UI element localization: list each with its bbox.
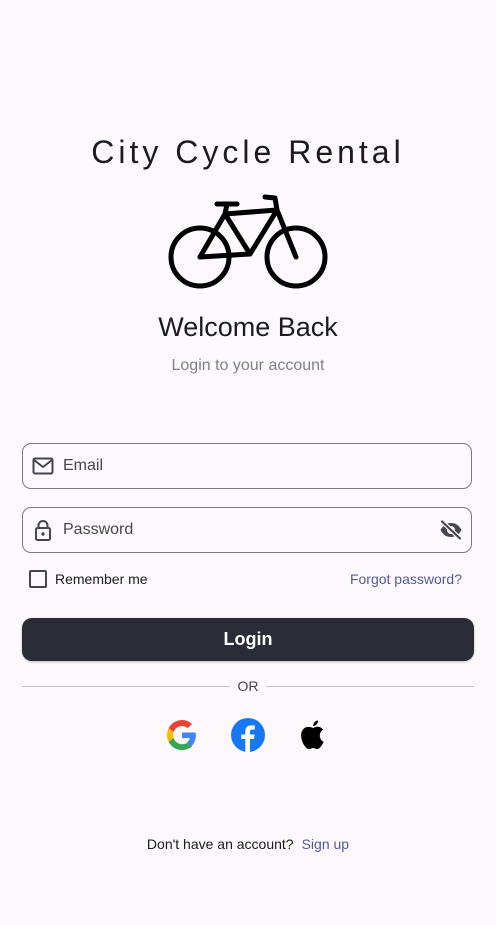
signup-row: Don't have an account? Sign up (0, 835, 496, 853)
login-button[interactable]: Login (22, 618, 474, 661)
mail-icon (32, 455, 54, 477)
signup-question: Don't have an account? (146, 836, 294, 852)
login-subtitle: Login to your account (171, 357, 325, 374)
apple-icon (299, 719, 327, 756)
email-input[interactable] (63, 451, 471, 481)
visibility-off-icon[interactable] (439, 518, 463, 542)
divider-left (22, 686, 230, 687)
email-field[interactable] (22, 443, 472, 489)
remember-me-checkbox[interactable] (29, 570, 47, 588)
divider-right (266, 686, 474, 687)
facebook-icon (231, 717, 265, 757)
google-icon (167, 719, 197, 755)
google-login-button[interactable] (165, 719, 199, 755)
forgot-password-link[interactable]: Forgot password? (350, 570, 462, 588)
or-divider-label: OR (237, 678, 259, 694)
remember-me-label[interactable]: Remember me (55, 570, 148, 588)
signup-link[interactable]: Sign up (302, 836, 349, 852)
lock-icon (32, 519, 54, 541)
welcome-heading: Welcome Back (158, 312, 338, 342)
bicycle-logo-icon (165, 192, 331, 292)
facebook-login-button[interactable] (231, 717, 265, 757)
password-field[interactable] (22, 507, 472, 553)
app-title: City Cycle Rental (91, 134, 405, 170)
password-input[interactable] (63, 515, 439, 545)
apple-login-button[interactable] (296, 719, 330, 756)
